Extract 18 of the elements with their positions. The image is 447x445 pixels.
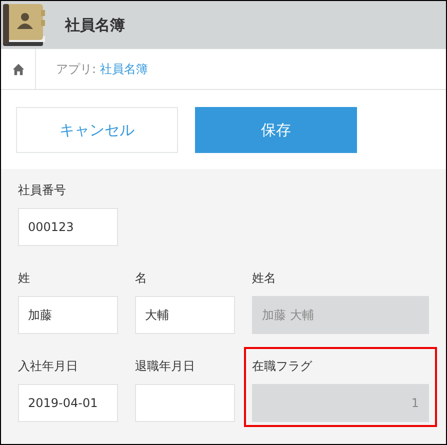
input-field[interactable] <box>135 384 235 422</box>
calculated-field: 加藤 大輔 <box>252 296 429 334</box>
breadcrumb-label: アプリ: <box>56 60 96 78</box>
field-label: 姓名 <box>252 270 277 287</box>
field-label: 入社年月日 <box>18 358 79 375</box>
field-label: 姓 <box>18 270 31 287</box>
input-field[interactable]: 2019-04-01 <box>18 384 118 422</box>
calculated-field: 1 <box>252 384 429 422</box>
field-label: 在職フラグ <box>252 358 314 375</box>
input-field[interactable]: 000123 <box>18 208 118 246</box>
input-field[interactable]: 大輔 <box>135 296 235 334</box>
input-field[interactable]: 加藤 <box>18 296 118 334</box>
field-label: 社員番号 <box>18 182 67 199</box>
field-label: 名 <box>135 270 148 287</box>
home-icon <box>12 62 24 76</box>
field-label: 退職年月日 <box>135 358 196 375</box>
address-book-icon <box>1 2 47 48</box>
app-title: 社員名簿 <box>65 16 125 34</box>
